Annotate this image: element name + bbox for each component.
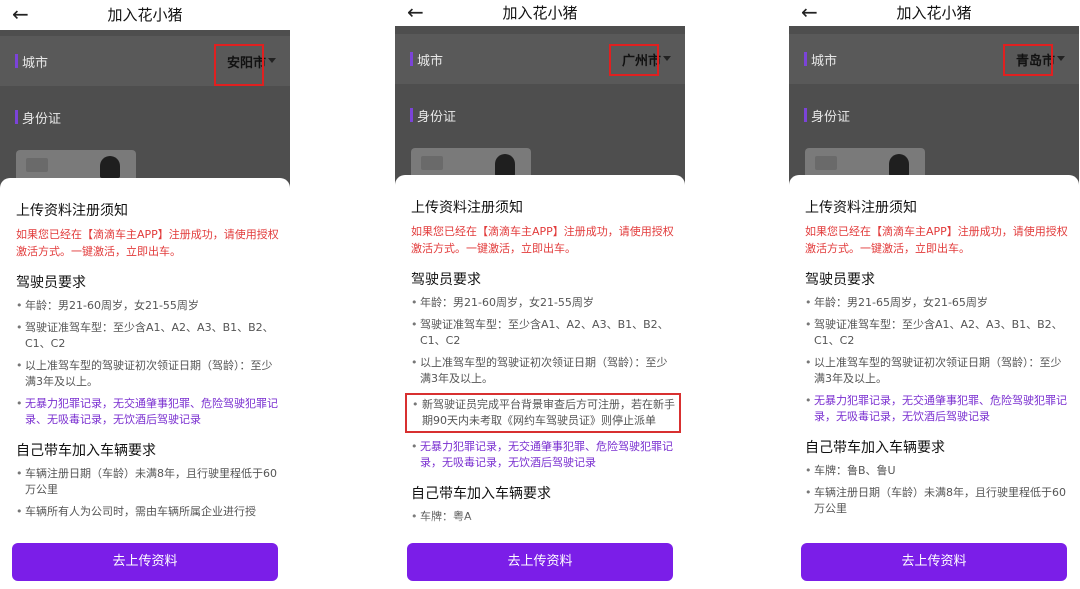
notice-title: 上传资料注册须知 [805,200,917,216]
nav-bar: ← 加入花小猪 [0,0,290,30]
phone-screen-qingdao: ← 加入花小猪 城市 青岛市 身份证 上传资料注册须知 如果您已经在【滴滴车主A… [789,0,1079,589]
nav-title: 加入花小猪 [107,6,183,24]
list-item: 驾驶证准驾车型：至少含A1、A2、A3、B1、B2、C1、C2 [16,320,280,352]
highlighted-list-item: 新驾驶证员完成平台背景审查后方可注册，若在新手期90天内未考取《网约车驾驶员证》… [405,393,681,433]
driver-requirements-title: 驾驶员要求 [411,272,481,288]
list-item: 车辆注册日期（车龄）未满8年，且行驶里程低于60万公里 [805,485,1069,517]
list-item: 车辆注册日期（车龄）未满8年，且行驶里程低于60万公里 [16,466,280,498]
id-label: 身份证 [811,110,851,125]
id-card-icon [421,156,443,170]
section-marker [15,54,18,68]
list-item: 无暴力犯罪记录，无交通肇事犯罪、危险驾驶犯罪记录、无吸毒记录，无饮酒后驾驶记录 [16,396,280,428]
notice-warning: 如果您已经在【滴滴车主APP】注册成功，请使用授权激活方式。一键激活，立即出车。 [805,225,1068,255]
nav-title: 加入花小猪 [896,4,972,22]
section-marker [804,108,807,122]
list-item: 无暴力犯罪记录，无交通肇事犯罪、危险驾驶犯罪记录，无吸毒记录，无饮酒后驾驶记录 [805,393,1069,425]
id-row: 身份证 [789,90,1079,140]
phone-screen-anyang: ← 加入花小猪 城市 安阳市 身份证 上传资料注册须知 如果您已经在【滴滴车主A… [0,0,290,589]
notice-title: 上传资料注册须知 [16,203,128,219]
nav-bar: ← 加入花小猪 [789,0,1079,26]
section-marker [410,108,413,122]
list-item: 以上准驾车型的驾驶证初次领证日期（驾龄）：至少满3年及以上。 [411,355,675,387]
vehicle-requirements-title: 自己带车加入车辆要求 [411,486,551,502]
section-marker [410,52,413,66]
nav-title: 加入花小猪 [502,4,578,22]
list-item: 驾驶证准驾车型：至少含A1、A2、A3、B1、B2、C1、C2 [411,317,675,349]
caret-down-icon[interactable] [663,56,671,61]
list-item: 车牌：鲁B、鲁U [805,463,1069,479]
highlight-box [1003,44,1053,76]
portrait-icon [100,156,120,178]
scroll-fade [789,515,1079,537]
portrait-icon [889,154,909,176]
notice-warning: 如果您已经在【滴滴车主APP】注册成功，请使用授权激活方式。一键激活，立即出车。 [16,228,279,258]
id-label: 身份证 [22,112,62,127]
phone-screen-guangzhou: ← 加入花小猪 城市 广州市 身份证 上传资料注册须知 如果您已经在【滴滴车主A… [395,0,685,589]
vehicle-requirements-title: 自己带车加入车辆要求 [16,443,156,459]
id-card-icon [815,156,837,170]
upload-button[interactable]: 去上传资料 [407,543,673,581]
notice-warning: 如果您已经在【滴滴车主APP】注册成功，请使用授权激活方式。一键激活，立即出车。 [411,225,674,255]
city-label: 城市 [417,54,444,69]
list-item: 以上准驾车型的驾驶证初次领证日期（驾龄）：至少满3年及以上。 [16,358,280,390]
upload-button[interactable]: 去上传资料 [801,543,1067,581]
id-row: 身份证 [395,90,685,140]
list-item: 年龄：男21-60周岁，女21-55周岁 [411,295,675,311]
list-item: 无暴力犯罪记录，无交通肇事犯罪、危险驾驶犯罪记录，无吸毒记录，无饮酒后驾驶记录 [411,439,675,471]
list-item: 年龄：男21-65周岁，女21-65周岁 [805,295,1069,311]
highlight-box [214,44,264,86]
section-marker [804,52,807,66]
upload-button[interactable]: 去上传资料 [12,543,278,581]
list-item: 年龄：男21-60周岁，女21-55周岁 [16,298,280,314]
list-item: 以上准驾车型的驾驶证初次领证日期（驾龄）：至少满3年及以上。 [805,355,1069,387]
nav-bar: ← 加入花小猪 [395,0,685,26]
highlight-box [609,44,659,76]
notice-title: 上传资料注册须知 [411,200,523,216]
scroll-fade [0,515,290,537]
city-label: 城市 [22,56,49,71]
id-row: 身份证 [0,92,290,142]
scroll-fade [395,515,685,537]
list-item: 驾驶证准驾车型：至少含A1、A2、A3、B1、B2、C1、C2 [805,317,1069,349]
caret-down-icon[interactable] [1057,56,1065,61]
id-label: 身份证 [417,110,457,125]
notice-sheet: 上传资料注册须知 如果您已经在【滴滴车主APP】注册成功，请使用授权激活方式。一… [0,178,290,589]
portrait-icon [495,154,515,176]
notice-sheet: 上传资料注册须知 如果您已经在【滴滴车主APP】注册成功，请使用授权激活方式。一… [789,175,1079,589]
caret-down-icon[interactable] [268,58,276,63]
vehicle-requirements-title: 自己带车加入车辆要求 [805,440,945,456]
notice-sheet: 上传资料注册须知 如果您已经在【滴滴车主APP】注册成功，请使用授权激活方式。一… [395,175,685,589]
section-marker [15,110,18,124]
id-card-icon [26,158,48,172]
driver-requirements-title: 驾驶员要求 [805,272,875,288]
city-label: 城市 [811,54,838,69]
driver-requirements-title: 驾驶员要求 [16,275,86,291]
